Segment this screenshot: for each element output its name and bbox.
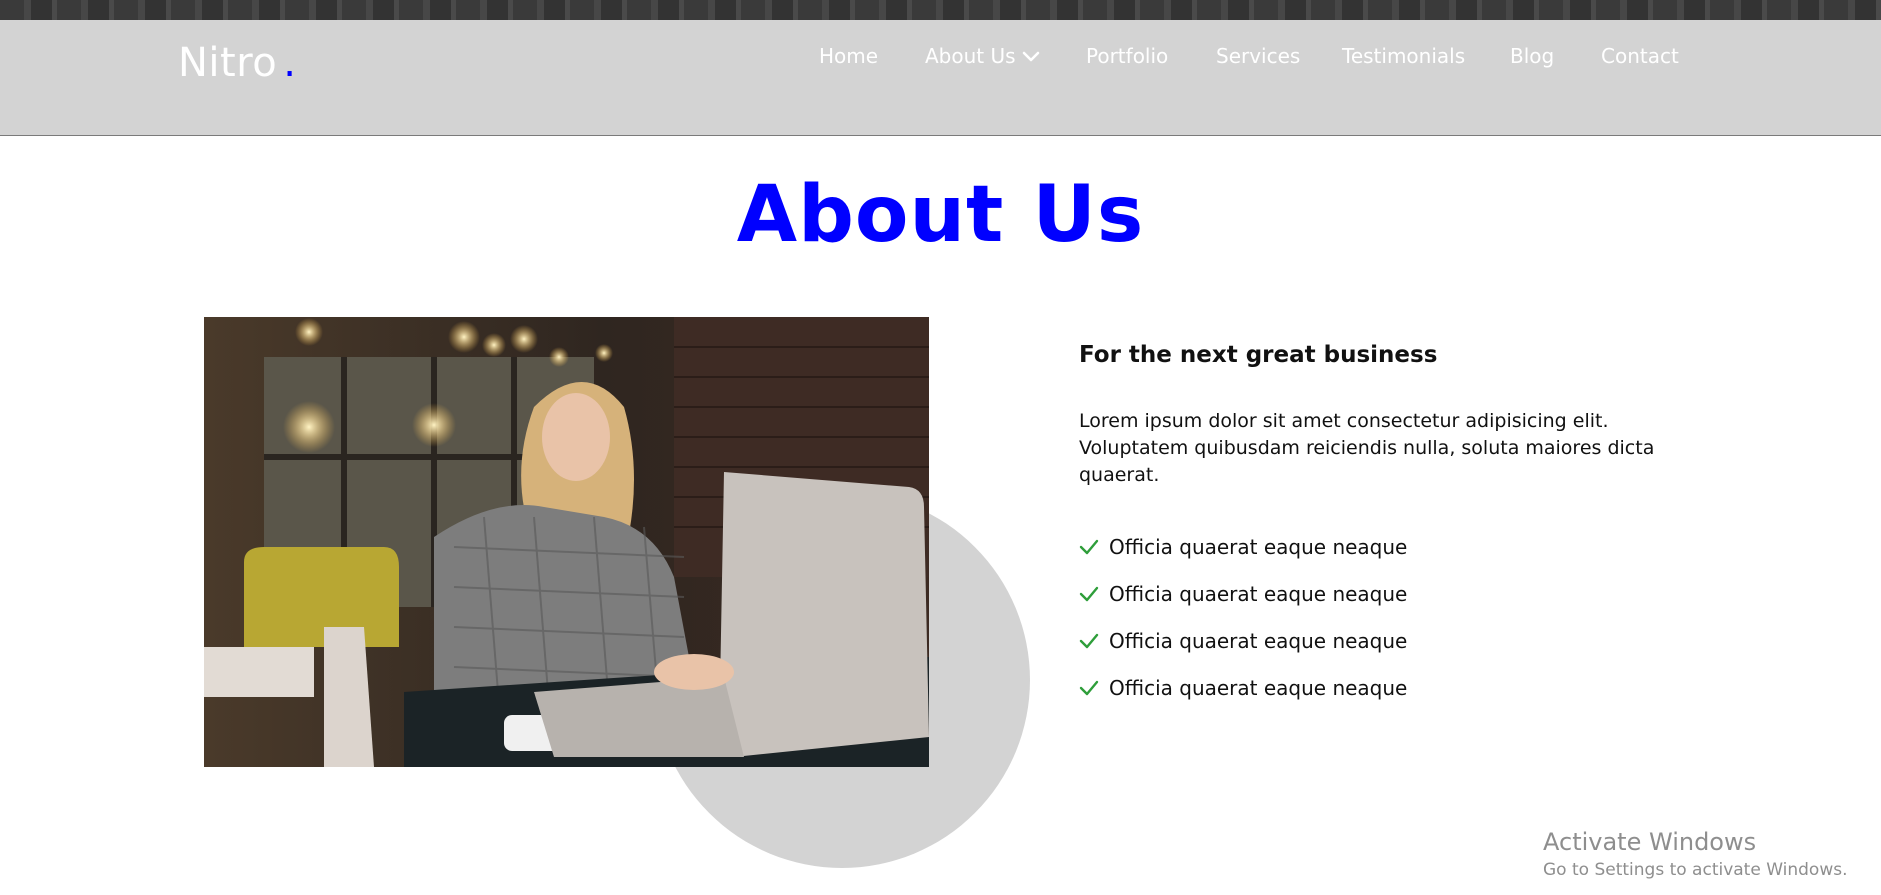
about-paragraph: Lorem ipsum dolor sit amet consectetur a… (1079, 410, 1655, 486)
nav-label: Portfolio (1086, 44, 1169, 68)
feature-text: Officia quaerat eaque neaque (1109, 581, 1408, 606)
nav-label: Blog (1510, 44, 1555, 68)
nav-item-testimonials[interactable]: Testimonials (1342, 44, 1465, 68)
feature-text: Officia quaerat eaque neaque (1109, 628, 1408, 653)
about-subheading: For the next great business (1079, 342, 1438, 368)
activate-windows-watermark: Activate Windows Go to Settings to activ… (1543, 828, 1848, 880)
nav-item-portfolio[interactable]: Portfolio (1086, 44, 1168, 68)
page: Nitro. Home About Us Portfolio Services … (0, 0, 1881, 895)
site-header: Nitro. Home About Us Portfolio Services … (0, 20, 1881, 136)
chevron-down-icon (1022, 47, 1040, 65)
browser-top-strip (0, 0, 1881, 20)
check-icon (1079, 631, 1099, 651)
feature-text: Officia quaerat eaque neaque (1109, 534, 1408, 559)
check-icon (1079, 678, 1099, 698)
nav-label: Home (819, 44, 879, 68)
about-content: For the next great business Lorem ipsum … (1079, 342, 1699, 711)
feature-list: Officia quaerat eaque neaque Officia qua… (1079, 523, 1699, 711)
nav-label: Services (1216, 44, 1301, 68)
nav-label: Testimonials (1342, 44, 1466, 68)
watermark-subtitle: Go to Settings to activate Windows. (1543, 860, 1848, 880)
feature-text: Officia quaerat eaque neaque (1109, 675, 1408, 700)
check-icon (1079, 537, 1099, 557)
nav-item-blog[interactable]: Blog (1510, 44, 1554, 68)
nav-item-contact[interactable]: Contact (1601, 44, 1679, 68)
feature-item: Officia quaerat eaque neaque (1079, 570, 1699, 617)
nav-label: About Us (925, 44, 1016, 68)
feature-item: Officia quaerat eaque neaque (1079, 523, 1699, 570)
nav-item-services[interactable]: Services (1216, 44, 1300, 68)
nav-item-home[interactable]: Home (819, 44, 878, 68)
nav-item-about-us[interactable]: About Us (925, 44, 1040, 68)
watermark-title: Activate Windows (1543, 828, 1757, 856)
about-photo (204, 317, 929, 767)
section-title: About Us (736, 170, 1145, 260)
main-nav: Home About Us Portfolio Services Testimo… (0, 44, 1881, 74)
check-icon (1079, 584, 1099, 604)
feature-item: Officia quaerat eaque neaque (1079, 617, 1699, 664)
feature-item: Officia quaerat eaque neaque (1079, 664, 1699, 711)
nav-label: Contact (1601, 44, 1679, 68)
